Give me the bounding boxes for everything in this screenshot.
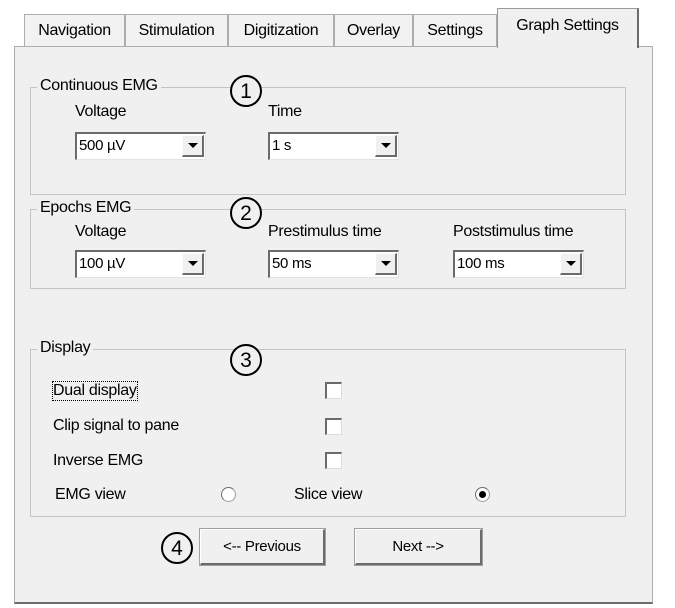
tab-digitization-label: Digitization (243, 21, 319, 39)
chevron-down-icon[interactable] (560, 253, 582, 275)
epochs-emg-group: Epochs EMG 2 Voltage 100 µV Prestimulus … (30, 197, 626, 289)
tab-stimulation-label: Stimulation (138, 21, 215, 39)
continuous-voltage-value: 500 µV (79, 137, 126, 154)
epochs-voltage-value: 100 µV (79, 255, 126, 272)
emg-view-radio[interactable] (221, 487, 236, 502)
tab-overlay-label: Overlay (346, 21, 401, 39)
tab-stimulation[interactable]: Stimulation (125, 14, 228, 46)
marker-3-text: 3 (240, 348, 252, 372)
tab-graph-settings[interactable]: Graph Settings (497, 8, 639, 48)
continuous-emg-group: Continuous EMG 1 Voltage 500 µV Time 1 s (30, 75, 626, 195)
continuous-time-value: 1 s (272, 137, 292, 154)
previous-button-label: <-- Previous (223, 538, 301, 555)
prestimulus-time-value: 50 ms (272, 255, 312, 272)
chevron-down-icon[interactable] (375, 253, 397, 275)
prestimulus-time-select[interactable]: 50 ms (268, 250, 399, 278)
continuous-voltage-label: Voltage (75, 103, 127, 120)
inverse-emg-label[interactable]: Inverse EMG (53, 452, 143, 470)
previous-button[interactable]: <-- Previous (199, 528, 326, 566)
marker-1-badge: 1 (230, 75, 262, 107)
continuous-time-select[interactable]: 1 s (268, 132, 399, 160)
slice-view-label[interactable]: Slice view (294, 486, 362, 504)
epochs-voltage-select[interactable]: 100 µV (75, 250, 206, 278)
continuous-voltage-select[interactable]: 500 µV (75, 132, 206, 160)
inverse-emg-checkbox[interactable] (325, 452, 342, 469)
epochs-voltage-label: Voltage (75, 223, 127, 240)
graph-settings-panel: Continuous EMG 1 Voltage 500 µV Time 1 s… (14, 46, 653, 604)
dual-display-checkbox[interactable] (325, 382, 342, 399)
next-button-label: Next --> (392, 538, 444, 555)
tab-graph-settings-label: Graph Settings (516, 17, 619, 34)
marker-1-text: 1 (240, 79, 252, 103)
chevron-down-icon[interactable] (182, 135, 204, 157)
clip-signal-checkbox[interactable] (325, 418, 342, 435)
chevron-down-icon[interactable] (182, 253, 204, 275)
poststimulus-time-select[interactable]: 100 ms (453, 250, 584, 278)
emg-view-label[interactable]: EMG view (55, 486, 126, 504)
tab-navigation-label: Navigation (38, 21, 111, 39)
slice-view-radio[interactable] (475, 487, 490, 502)
display-title: Display (37, 339, 94, 357)
marker-2-badge: 2 (230, 197, 262, 229)
continuous-emg-title: Continuous EMG (37, 77, 161, 95)
display-group: Display 3 Dual display Clip signal to pa… (30, 339, 626, 517)
dual-display-label[interactable]: Dual display (52, 381, 138, 401)
continuous-time-label: Time (268, 103, 302, 120)
marker-4-badge: 4 (161, 532, 193, 564)
tab-navigation[interactable]: Navigation (24, 14, 125, 46)
marker-3-badge: 3 (230, 344, 262, 376)
marker-2-text: 2 (240, 201, 252, 225)
next-button[interactable]: Next --> (354, 528, 483, 566)
tab-digitization[interactable]: Digitization (228, 14, 334, 46)
poststimulus-time-value: 100 ms (457, 255, 505, 272)
chevron-down-icon[interactable] (375, 135, 397, 157)
prestimulus-time-label: Prestimulus time (268, 223, 382, 240)
marker-4-text: 4 (171, 536, 183, 560)
clip-signal-label[interactable]: Clip signal to pane (53, 417, 179, 435)
epochs-emg-title: Epochs EMG (37, 199, 135, 217)
tab-overlay[interactable]: Overlay (334, 14, 413, 46)
tab-settings[interactable]: Settings (413, 14, 497, 46)
tab-settings-label: Settings (427, 21, 483, 39)
poststimulus-time-label: Poststimulus time (453, 223, 574, 240)
